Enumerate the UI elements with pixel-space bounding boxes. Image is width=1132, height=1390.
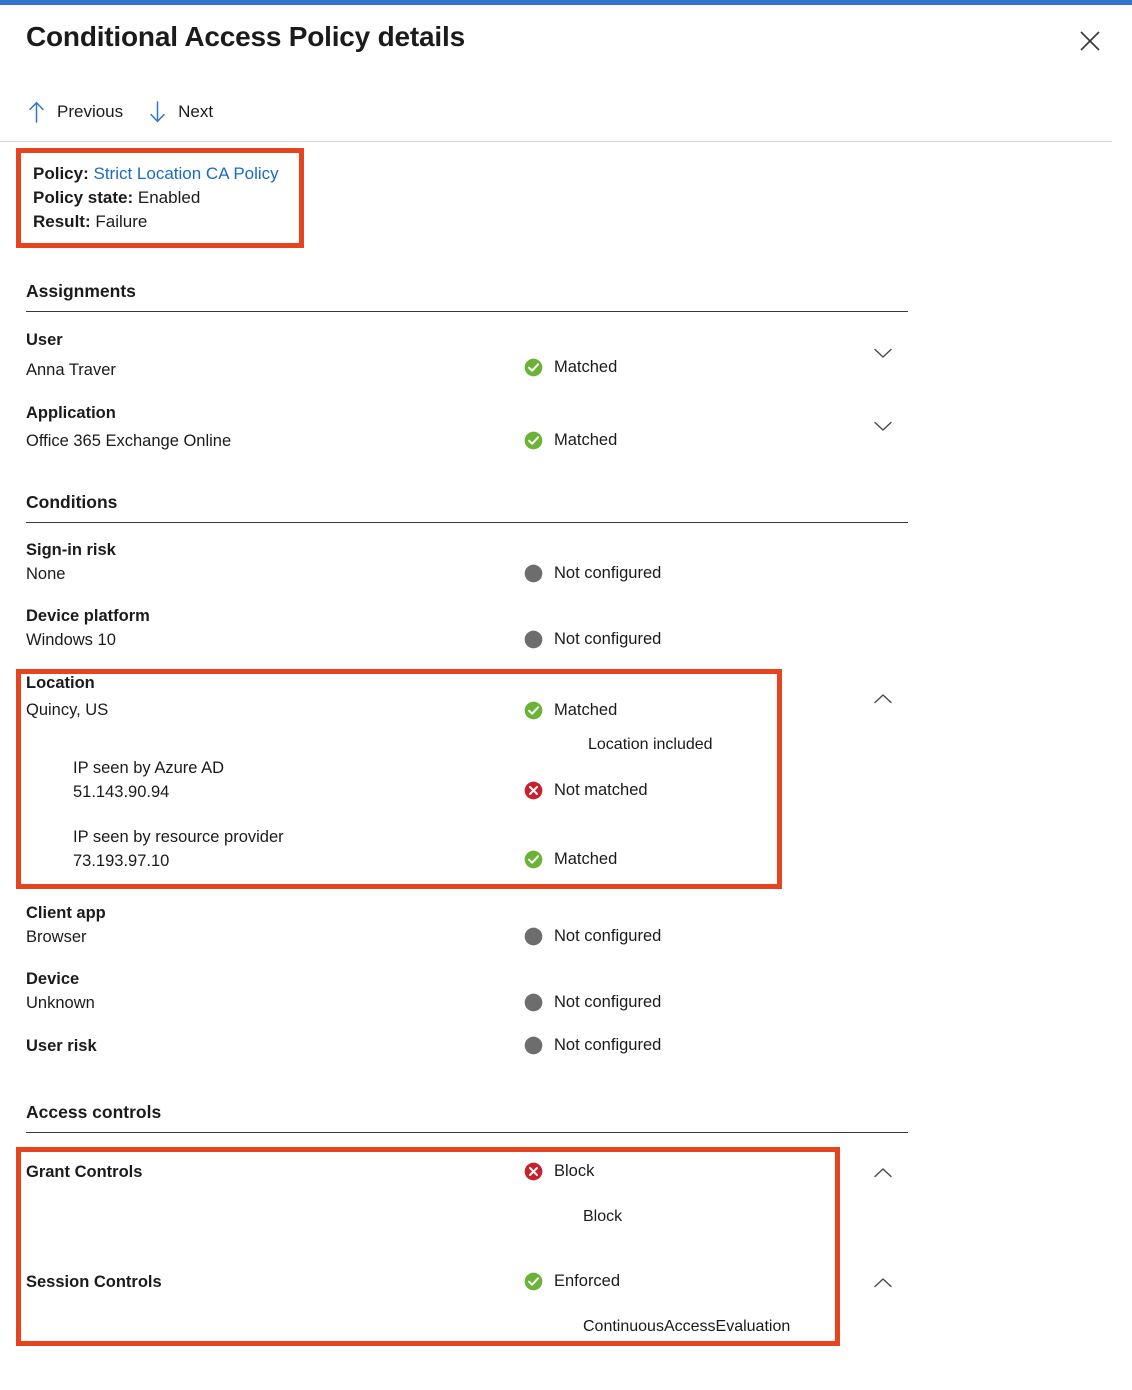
location-sub-azure-ad-status-text: Not matched [554,781,648,800]
policy-name-link[interactable]: Strict Location CA Policy [93,164,278,183]
policy-state-value: Enabled [138,188,200,207]
condition-device-value: Unknown [26,994,95,1013]
chevron-up-icon-session-controls[interactable] [871,1271,895,1295]
next-label: Next [178,102,213,122]
location-sub-resource-provider-status: Matched [524,850,617,869]
chevron-up-icon-grant-controls[interactable] [871,1161,895,1185]
section-header-assignments: Assignments [26,281,908,312]
assignment-application-status-text: Matched [554,431,617,450]
assignment-application-status: Matched [524,431,617,450]
assignment-user-label: User [26,331,63,350]
condition-location-label: Location [26,674,95,693]
condition-signin-risk-status-text: Not configured [554,564,661,583]
policy-state-line: Policy state: Enabled [33,186,299,210]
condition-client-app-status: Not configured [524,927,661,946]
condition-user-risk-status-text: Not configured [554,1036,661,1055]
grant-controls-status-text: Block [554,1162,594,1181]
status-matched-icon [524,1272,543,1291]
session-controls-status-text: Enforced [554,1272,620,1291]
location-sub-azure-ad-value: 51.143.90.94 [73,783,169,802]
grant-controls-label: Grant Controls [26,1163,142,1182]
assignment-user-status: Matched [524,358,617,377]
next-button[interactable]: Next [147,98,215,126]
grant-controls-status: Block [524,1162,594,1181]
condition-device-label: Device [26,970,79,989]
condition-device-platform-status-text: Not configured [554,630,661,649]
panel-header: Conditional Access Policy details Previo… [0,5,1132,136]
policy-name-line: Policy: Strict Location CA Policy [33,162,299,186]
condition-device-platform-value: Windows 10 [26,631,116,650]
page-title: Conditional Access Policy details [26,21,465,53]
status-matched-icon [524,358,543,377]
status-not-configured-icon [524,993,543,1012]
condition-signin-risk-value: None [26,565,65,584]
condition-device-status: Not configured [524,993,661,1012]
condition-user-risk-status: Not configured [524,1036,661,1055]
location-sub-azure-ad-status: Not matched [524,781,648,800]
status-matched-icon [524,850,543,869]
condition-device-platform-label: Device platform [26,607,150,626]
condition-location-detail: Location included [588,736,713,754]
status-not-configured-icon [524,927,543,946]
policy-label: Policy: [33,164,89,183]
chevron-up-icon-location[interactable] [871,687,895,711]
previous-label: Previous [57,102,123,122]
condition-location-status: Matched [524,701,617,720]
assignment-application-value: Office 365 Exchange Online [26,432,231,451]
status-matched-icon [524,431,543,450]
status-not-configured-icon [524,1036,543,1055]
arrow-down-icon [149,101,166,123]
status-not-matched-icon [524,781,543,800]
assignment-application-label: Application [26,404,116,423]
condition-user-risk-label: User risk [26,1037,97,1056]
assignment-user-status-text: Matched [554,358,617,377]
chevron-down-icon-user[interactable] [871,341,895,365]
condition-signin-risk-status: Not configured [524,564,661,583]
status-not-configured-icon [524,564,543,583]
status-not-configured-icon [524,630,543,649]
header-divider [0,141,1112,142]
policy-result-label: Result: [33,212,91,231]
session-controls-label: Session Controls [26,1273,162,1292]
close-icon [1079,30,1101,52]
session-controls-status: Enforced [524,1272,620,1291]
condition-device-status-text: Not configured [554,993,661,1012]
status-not-matched-icon [524,1162,543,1181]
chevron-down-icon-application[interactable] [871,414,895,438]
condition-location-value: Quincy, US [26,701,108,720]
policy-state-label: Policy state: [33,188,133,207]
assignment-user-value: Anna Traver [26,361,116,380]
location-sub-resource-provider-label: IP seen by resource provider [73,828,284,847]
location-sub-resource-provider-value: 73.193.97.10 [73,852,169,871]
condition-signin-risk-label: Sign-in risk [26,541,116,560]
condition-client-app-value: Browser [26,928,87,947]
policy-result-line: Result: Failure [33,210,299,234]
condition-client-app-label: Client app [26,904,106,923]
section-header-conditions: Conditions [26,492,908,523]
location-sub-resource-provider-status-text: Matched [554,850,617,869]
status-matched-icon [524,701,543,720]
section-header-access-controls: Access controls [26,1102,908,1133]
arrow-up-icon [28,101,45,123]
close-button[interactable] [1072,23,1108,59]
policy-result-value: Failure [95,212,147,231]
location-sub-azure-ad-label: IP seen by Azure AD [73,759,224,778]
record-navigation: Previous Next [26,98,215,126]
condition-client-app-status-text: Not configured [554,927,661,946]
policy-summary-box: Policy: Strict Location CA Policy Policy… [16,148,304,248]
session-controls-detail: ContinuousAccessEvaluation [583,1318,790,1336]
previous-button[interactable]: Previous [26,98,125,126]
condition-location-status-text: Matched [554,701,617,720]
condition-device-platform-status: Not configured [524,630,661,649]
grant-controls-detail: Block [583,1208,622,1226]
